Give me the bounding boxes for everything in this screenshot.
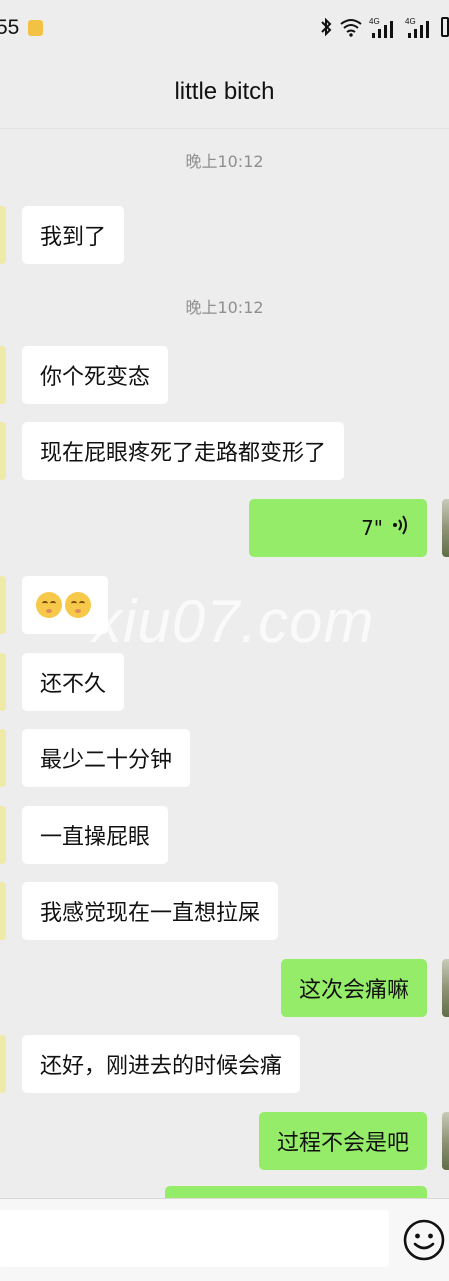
message-text: 我感觉现在一直想拉屎 xyxy=(40,901,261,926)
incoming-message-bubble[interactable]: 现在屁眼疼死了走路都变形了 xyxy=(22,422,345,480)
chat-header: little bitch xyxy=(0,58,449,129)
message-input[interactable] xyxy=(0,1210,389,1267)
incoming-message-bubble[interactable]: 你个死变态 xyxy=(22,346,169,404)
user-avatar[interactable] xyxy=(442,959,449,1017)
emoji-icon xyxy=(36,592,62,618)
notification-app-icon xyxy=(28,20,43,36)
incoming-message-bubble[interactable]: 一直操屁眼 xyxy=(22,806,169,864)
message-text: 这次会痛嘛 xyxy=(298,978,409,1003)
contact-avatar[interactable] xyxy=(0,806,6,864)
message-text: 还不久 xyxy=(40,672,107,697)
emoji-icon xyxy=(402,1219,446,1266)
battery-icon xyxy=(441,16,449,38)
incoming-message-bubble[interactable]: 我感觉现在一直想拉屎 xyxy=(22,882,279,940)
chat-title: little bitch xyxy=(174,78,275,105)
message-text: 最少二十分钟 xyxy=(40,748,173,773)
voice-message-bubble[interactable]: 7" xyxy=(249,499,427,557)
message-text: 过程不会是吧 xyxy=(276,1131,409,1156)
incoming-message-bubble[interactable]: 最少二十分钟 xyxy=(22,729,191,787)
wifi-icon xyxy=(339,17,363,37)
contact-avatar[interactable] xyxy=(0,206,6,264)
message-text: 现在屁眼疼死了走路都变形了 xyxy=(40,441,327,466)
incoming-message-bubble[interactable]: 我到了 xyxy=(22,206,125,264)
bluetooth-icon xyxy=(319,17,333,37)
voice-duration: 7" xyxy=(361,516,383,540)
watermark: xiu07.com xyxy=(92,588,375,655)
contact-avatar[interactable] xyxy=(0,422,6,480)
voice-wave-icon xyxy=(391,514,409,542)
emoji-icon xyxy=(65,592,91,618)
contact-avatar[interactable] xyxy=(0,729,6,787)
svg-text:4G: 4G xyxy=(369,17,380,26)
signal-4g-1-icon: 4G xyxy=(369,15,399,39)
outgoing-message-bubble[interactable]: 这次会痛嘛 xyxy=(280,959,427,1017)
message-text: 一直操屁眼 xyxy=(40,825,151,850)
contact-avatar[interactable] xyxy=(0,1035,6,1093)
message-text: 我到了 xyxy=(40,225,107,250)
message-timestamp: 晚上10:12 xyxy=(185,152,264,171)
contact-avatar[interactable] xyxy=(0,576,6,634)
user-avatar[interactable] xyxy=(442,499,449,557)
user-avatar[interactable] xyxy=(442,1112,449,1170)
svg-text:4G: 4G xyxy=(405,17,416,26)
contact-avatar[interactable] xyxy=(0,346,6,404)
message-text: 你个死变态 xyxy=(40,365,151,390)
outgoing-message-bubble[interactable]: 过程不会是吧 xyxy=(258,1112,427,1170)
message-timestamp: 晚上10:12 xyxy=(185,298,264,317)
status-icons: 4G 4G xyxy=(319,14,449,40)
contact-avatar[interactable] xyxy=(0,882,6,940)
input-bar xyxy=(0,1198,449,1281)
incoming-message-bubble[interactable]: 还好，刚进去的时候会痛 xyxy=(22,1035,301,1093)
status-time: 55 xyxy=(0,16,20,39)
status-bar: 55 4G 4G xyxy=(0,0,449,58)
emoji-button[interactable] xyxy=(402,1218,446,1262)
contact-avatar[interactable] xyxy=(0,653,6,711)
signal-4g-2-icon: 4G xyxy=(405,15,435,39)
message-text: 还好，刚进去的时候会痛 xyxy=(40,1054,283,1079)
incoming-message-bubble[interactable]: 还不久 xyxy=(22,653,125,711)
